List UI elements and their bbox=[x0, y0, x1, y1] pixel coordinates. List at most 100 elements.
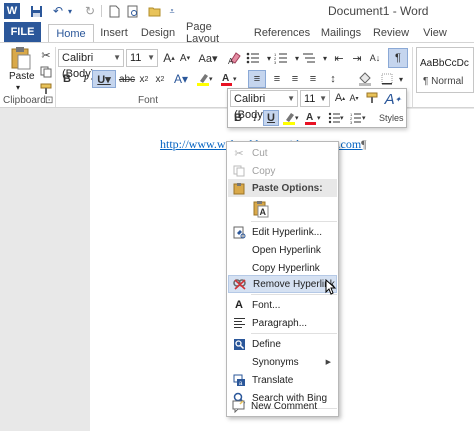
font-name-combo[interactable]: Calibri (Body) ▼ bbox=[58, 49, 124, 80]
line-spacing-icon[interactable]: ↕ bbox=[324, 70, 342, 88]
tab-home[interactable]: Home bbox=[48, 24, 94, 42]
tab-references[interactable]: References bbox=[254, 24, 310, 42]
remove-hyperlink-icon bbox=[232, 276, 248, 292]
menu-item-copy[interactable]: Copy bbox=[228, 162, 337, 180]
word-logo-icon[interactable]: W bbox=[4, 3, 20, 19]
align-right-icon[interactable]: ≡ bbox=[286, 70, 304, 88]
mini-shrink-font-icon[interactable]: A ▾ bbox=[346, 90, 362, 106]
tab-design[interactable]: Design bbox=[140, 24, 176, 42]
paste-option-keep-text-only[interactable]: A bbox=[228, 198, 337, 220]
menu-item-label: Edit Hyperlink... bbox=[252, 226, 323, 238]
undo-dropdown-icon[interactable]: ▾ bbox=[62, 3, 78, 19]
ribbon-tabs: FILE Home Insert Design Page Layout Refe… bbox=[0, 21, 474, 45]
mini-bold-icon[interactable]: B bbox=[230, 110, 246, 126]
menu-item-label: Copy bbox=[252, 165, 276, 177]
mouse-pointer-icon bbox=[325, 279, 337, 295]
shading-icon[interactable] bbox=[356, 70, 374, 88]
styles-gallery[interactable]: AaBbCcDc ¶ Normal bbox=[416, 47, 474, 93]
show-hide-marks-icon[interactable]: ¶ bbox=[388, 48, 408, 68]
chevron-down-icon[interactable]: ▼ bbox=[147, 50, 155, 66]
svg-text:▾: ▾ bbox=[295, 115, 299, 122]
mini-highlight-icon[interactable]: ▾ bbox=[281, 110, 301, 126]
bold-icon[interactable]: B bbox=[58, 70, 76, 88]
change-case-icon[interactable]: Aa▾ bbox=[196, 49, 220, 67]
tab-view[interactable]: View bbox=[420, 24, 450, 42]
menu-item-synonyms[interactable]: Synonyms ▶ bbox=[228, 353, 337, 371]
edit-hyperlink-icon bbox=[231, 224, 247, 240]
text-effects-icon[interactable]: A▾ bbox=[170, 70, 192, 88]
clipboard-launcher-icon[interactable]: ⊡ bbox=[45, 95, 53, 106]
paste-keep-text-icon[interactable]: A bbox=[252, 199, 270, 219]
redo-icon[interactable]: ↻ bbox=[82, 3, 98, 19]
svg-text:▾: ▾ bbox=[233, 76, 237, 83]
menu-item-font[interactable]: A Font... bbox=[228, 296, 337, 314]
menu-separator bbox=[251, 221, 337, 222]
shrink-font-icon[interactable]: A ▾ bbox=[176, 49, 194, 67]
strikethrough-icon[interactable]: abc bbox=[118, 70, 136, 88]
mini-italic-icon[interactable]: I bbox=[247, 110, 263, 126]
justify-icon[interactable]: ≡ bbox=[304, 70, 322, 88]
menu-item-paragraph[interactable]: Paragraph... bbox=[228, 314, 337, 332]
open-icon[interactable] bbox=[146, 3, 162, 19]
align-center-icon[interactable]: ≡ bbox=[268, 70, 286, 88]
menu-separator bbox=[251, 333, 337, 334]
sort-icon[interactable]: A↓ bbox=[366, 49, 384, 67]
new-document-icon[interactable] bbox=[106, 3, 122, 19]
paste-dropdown-icon[interactable]: ▾ bbox=[16, 83, 20, 92]
tab-review[interactable]: Review bbox=[372, 24, 410, 42]
menu-item-define[interactable]: Define bbox=[228, 335, 337, 353]
mini-bullets-icon[interactable]: ▾ bbox=[326, 110, 346, 126]
submenu-arrow-icon: ▶ bbox=[325, 359, 331, 366]
mini-underline-icon[interactable]: U bbox=[263, 110, 279, 126]
group-divider bbox=[55, 47, 56, 107]
copy-icon[interactable] bbox=[37, 63, 55, 81]
tab-file[interactable]: FILE bbox=[4, 22, 41, 42]
paste-clipboard-icon[interactable] bbox=[8, 46, 34, 70]
mini-font-color-icon[interactable]: A ▾ bbox=[303, 110, 323, 126]
customize-qat-icon[interactable]: ⩡ bbox=[164, 3, 180, 19]
mini-font-size-combo[interactable]: 11 ▼ bbox=[300, 90, 330, 107]
chevron-down-icon[interactable]: ▼ bbox=[287, 91, 295, 107]
mini-styles-icon[interactable]: A ✦ bbox=[382, 88, 404, 110]
svg-text:▾: ▾ bbox=[209, 76, 213, 83]
paste-button-label[interactable]: Paste bbox=[9, 71, 35, 82]
menu-item-edit-hyperlink[interactable]: Edit Hyperlink... bbox=[228, 223, 337, 241]
chevron-down-icon[interactable]: ▼ bbox=[319, 91, 327, 107]
font-size-combo[interactable]: 11 ▼ bbox=[126, 49, 158, 67]
mini-font-name-combo[interactable]: Calibri (Body) ▼ bbox=[230, 90, 298, 121]
svg-text:3: 3 bbox=[350, 120, 353, 124]
menu-item-cut[interactable]: ✂ Cut bbox=[228, 144, 337, 162]
mini-format-painter-icon[interactable] bbox=[364, 90, 380, 106]
comment-icon bbox=[230, 398, 246, 414]
clipboard-icon bbox=[231, 180, 247, 196]
underline-icon[interactable]: U▾ bbox=[92, 70, 116, 88]
left-margin-background bbox=[0, 109, 90, 431]
highlight-color-icon[interactable]: ▾ bbox=[194, 70, 216, 88]
superscript-icon[interactable]: x2 bbox=[151, 70, 169, 88]
chevron-down-icon[interactable]: ▼ bbox=[113, 50, 121, 66]
menu-header-paste-options: Paste Options: bbox=[228, 179, 337, 197]
tab-page-layout[interactable]: Page Layout bbox=[186, 21, 246, 45]
menu-item-new-comment[interactable]: New Comment bbox=[227, 397, 336, 415]
menu-item-translate[interactable]: a Translate bbox=[228, 371, 337, 389]
tab-mailings[interactable]: Mailings bbox=[318, 24, 364, 42]
translate-icon: a bbox=[231, 372, 247, 388]
font-color-icon[interactable]: A ▾ bbox=[218, 70, 240, 88]
align-left-icon[interactable]: ≡ bbox=[248, 70, 266, 88]
borders-dropdown-icon[interactable]: ▾ bbox=[392, 70, 410, 88]
print-preview-icon[interactable] bbox=[124, 3, 140, 19]
cut-icon[interactable]: ✂ bbox=[37, 46, 55, 64]
mini-styles-label[interactable]: Styles bbox=[379, 113, 404, 123]
clear-formatting-icon[interactable]: A bbox=[226, 49, 244, 67]
increase-indent-icon[interactable]: ⇥ bbox=[348, 49, 366, 67]
menu-item-label: Paste Options: bbox=[252, 182, 323, 194]
svg-text:▾: ▾ bbox=[340, 115, 344, 122]
menu-item-remove-hyperlink[interactable]: Remove Hyperlink bbox=[228, 275, 337, 293]
mini-numbering-icon[interactable]: 1 2 3 ▾ bbox=[348, 110, 368, 126]
font-icon: A bbox=[235, 299, 243, 311]
menu-item-open-hyperlink[interactable]: Open Hyperlink bbox=[228, 241, 337, 259]
tab-insert[interactable]: Insert bbox=[98, 24, 130, 42]
svg-text:A: A bbox=[260, 207, 267, 217]
save-icon[interactable] bbox=[28, 3, 44, 19]
decrease-indent-icon[interactable]: ⇤ bbox=[330, 49, 348, 67]
